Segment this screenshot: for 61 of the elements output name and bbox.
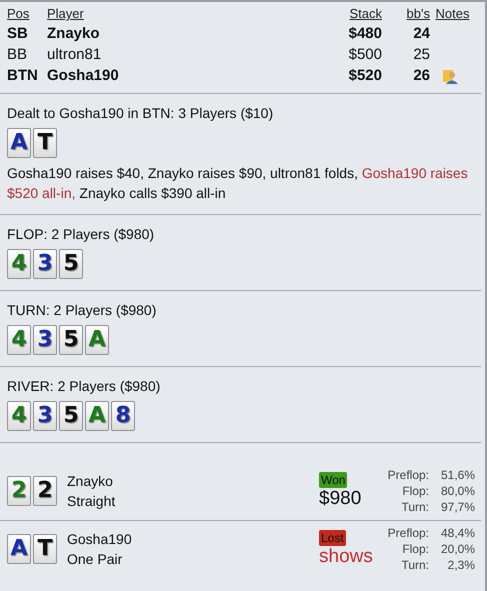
player-name: Gosha190 — [67, 530, 133, 549]
playing-card: T — [33, 534, 57, 564]
player-name: Znayko — [67, 472, 114, 491]
street-title: TURN: 2 Players ($980) — [7, 302, 158, 318]
hand-name: Straight — [67, 492, 116, 511]
equity-value: 97,7% — [440, 499, 475, 515]
stack-cell-text: $500 — [348, 46, 382, 63]
person-note-icon[interactable] — [442, 68, 458, 84]
playing-card: 3 — [33, 325, 57, 355]
position-cell-text: SB — [7, 25, 29, 42]
column-header[interactable]: Pos — [7, 6, 47, 21]
playing-card: A — [85, 401, 109, 431]
result-amount: shows — [319, 546, 373, 568]
bb-cell-text: 26 — [412, 67, 430, 86]
hand-name: One Pair — [67, 550, 124, 569]
playing-card: 3 — [33, 249, 57, 279]
street-title: RIVER: 2 Players ($980) — [7, 378, 162, 394]
playing-card: 8 — [111, 401, 135, 431]
column-header[interactable]: Stack — [312, 6, 382, 21]
playing-card: 4 — [7, 249, 31, 279]
playing-card: 2 — [33, 476, 57, 506]
playing-card: 5 — [59, 249, 83, 279]
street-title: FLOP: 2 Players ($980) — [7, 226, 156, 242]
equity-value: 48,4% — [440, 525, 475, 541]
column-header[interactable]: Player — [47, 6, 312, 21]
equity-value: 2,3% — [446, 557, 475, 573]
result-badge: Lost — [319, 530, 346, 546]
equity-value: 20,0% — [440, 541, 475, 557]
stack-cell-text: $480 — [348, 25, 382, 42]
playing-card: 5 — [59, 401, 83, 431]
playing-card: A — [7, 534, 31, 564]
column-header[interactable]: bb's — [382, 6, 430, 21]
player-cell-text: Znayko — [47, 25, 101, 42]
column-header[interactable]: Notes — [430, 6, 475, 21]
playing-card: 4 — [7, 401, 31, 431]
result-badge: Won — [319, 472, 348, 488]
action-text: Gosha190 raises $40, Znayko raises $90, ultron81 folds, Gosha190 raises $520 all-in, Znayko calls $390 all-in — [7, 164, 469, 203]
stack-cell-text: $520 — [348, 67, 382, 86]
equity-label: Flop: — [401, 541, 429, 557]
equity-label: Turn: — [400, 557, 429, 573]
playing-card: 3 — [33, 401, 57, 431]
playing-card: T — [33, 128, 57, 158]
playing-card: A — [85, 325, 109, 355]
equity-label: Flop: — [401, 483, 429, 499]
equity-value: 80,0% — [440, 483, 475, 499]
playing-card: A — [7, 128, 31, 158]
bb-cell-text: 25 — [412, 46, 430, 63]
playing-card: 4 — [7, 325, 31, 355]
equity-label: Preflop: — [386, 525, 429, 541]
bb-cell-text: 24 — [412, 25, 430, 42]
playing-card: 5 — [59, 325, 83, 355]
player-cell-text: ultron81 — [47, 46, 102, 63]
position-cell-text: BB — [7, 46, 28, 63]
position-cell-text: BTN — [7, 67, 39, 86]
equity-value: 51,6% — [440, 467, 475, 483]
playing-card: 2 — [7, 476, 31, 506]
player-cell-text: Gosha190 — [47, 67, 120, 86]
street-title: Dealt to Gosha190 in BTN: 3 Players ($10) — [7, 105, 274, 121]
equity-label: Preflop: — [386, 467, 429, 483]
equity-label: Turn: — [400, 499, 429, 515]
result-amount: $980 — [319, 488, 362, 510]
